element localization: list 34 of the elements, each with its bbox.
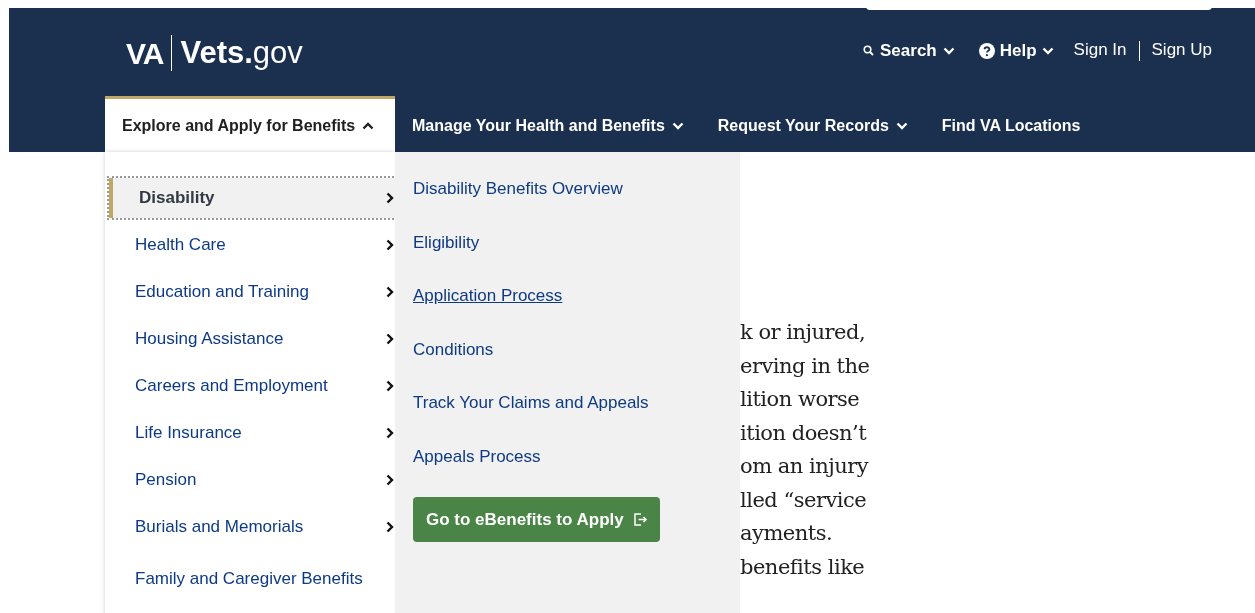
search-button[interactable]: Search [863, 38, 955, 64]
submenu-link[interactable]: Disability Benefits Overview [413, 178, 623, 200]
caret-icon [671, 121, 684, 130]
auth-link[interactable]: Sign In [1073, 36, 1127, 62]
caret-icon [895, 121, 908, 130]
nav-tab[interactable]: Explore and Apply for Benefits [105, 96, 395, 152]
search-icon [863, 45, 875, 57]
article-text-line: ayments. [740, 520, 834, 547]
auth-link[interactable]: Sign Up [1151, 36, 1212, 62]
submenu-link[interactable]: Eligibility [413, 231, 480, 254]
submenu-link[interactable]: Track Your Claims and Appeals [413, 392, 649, 414]
caret-icon [362, 121, 375, 130]
help-button[interactable]: Help [978, 38, 1054, 64]
article-text-line: benefits like [740, 553, 866, 581]
article-text-line: lition worse [740, 386, 861, 413]
external-link-icon [633, 513, 647, 526]
article-text-line: ition doesn’t [740, 419, 868, 447]
article-text-line: k or injured, [740, 319, 867, 346]
logo-agency[interactable]: VA [126, 30, 164, 76]
article-text-line: lled “service [740, 486, 868, 514]
caret-icon [1041, 46, 1054, 55]
submenu-link[interactable]: Conditions [413, 338, 494, 361]
help-icon [978, 42, 995, 59]
nav-tab[interactable]: Manage Your Health and Benefits [395, 96, 701, 152]
caret-icon [942, 46, 955, 55]
article-text-line: erving in the [740, 352, 870, 380]
nav-tab[interactable]: Request Your Records [700, 96, 925, 152]
menu-item[interactable]: Family and Caregiver Benefits [109, 559, 404, 599]
submenu-link[interactable]: Application Process [413, 285, 563, 307]
ebenefits-button[interactable]: Go to eBenefits to Apply [413, 497, 660, 542]
article-text-line: om an injury [740, 453, 870, 480]
logo-site-name[interactable]: Vets.gov [180, 30, 303, 77]
submenu-link[interactable]: Appeals Process [413, 445, 541, 468]
nav-tab[interactable]: Find VA Locations [924, 96, 1098, 152]
